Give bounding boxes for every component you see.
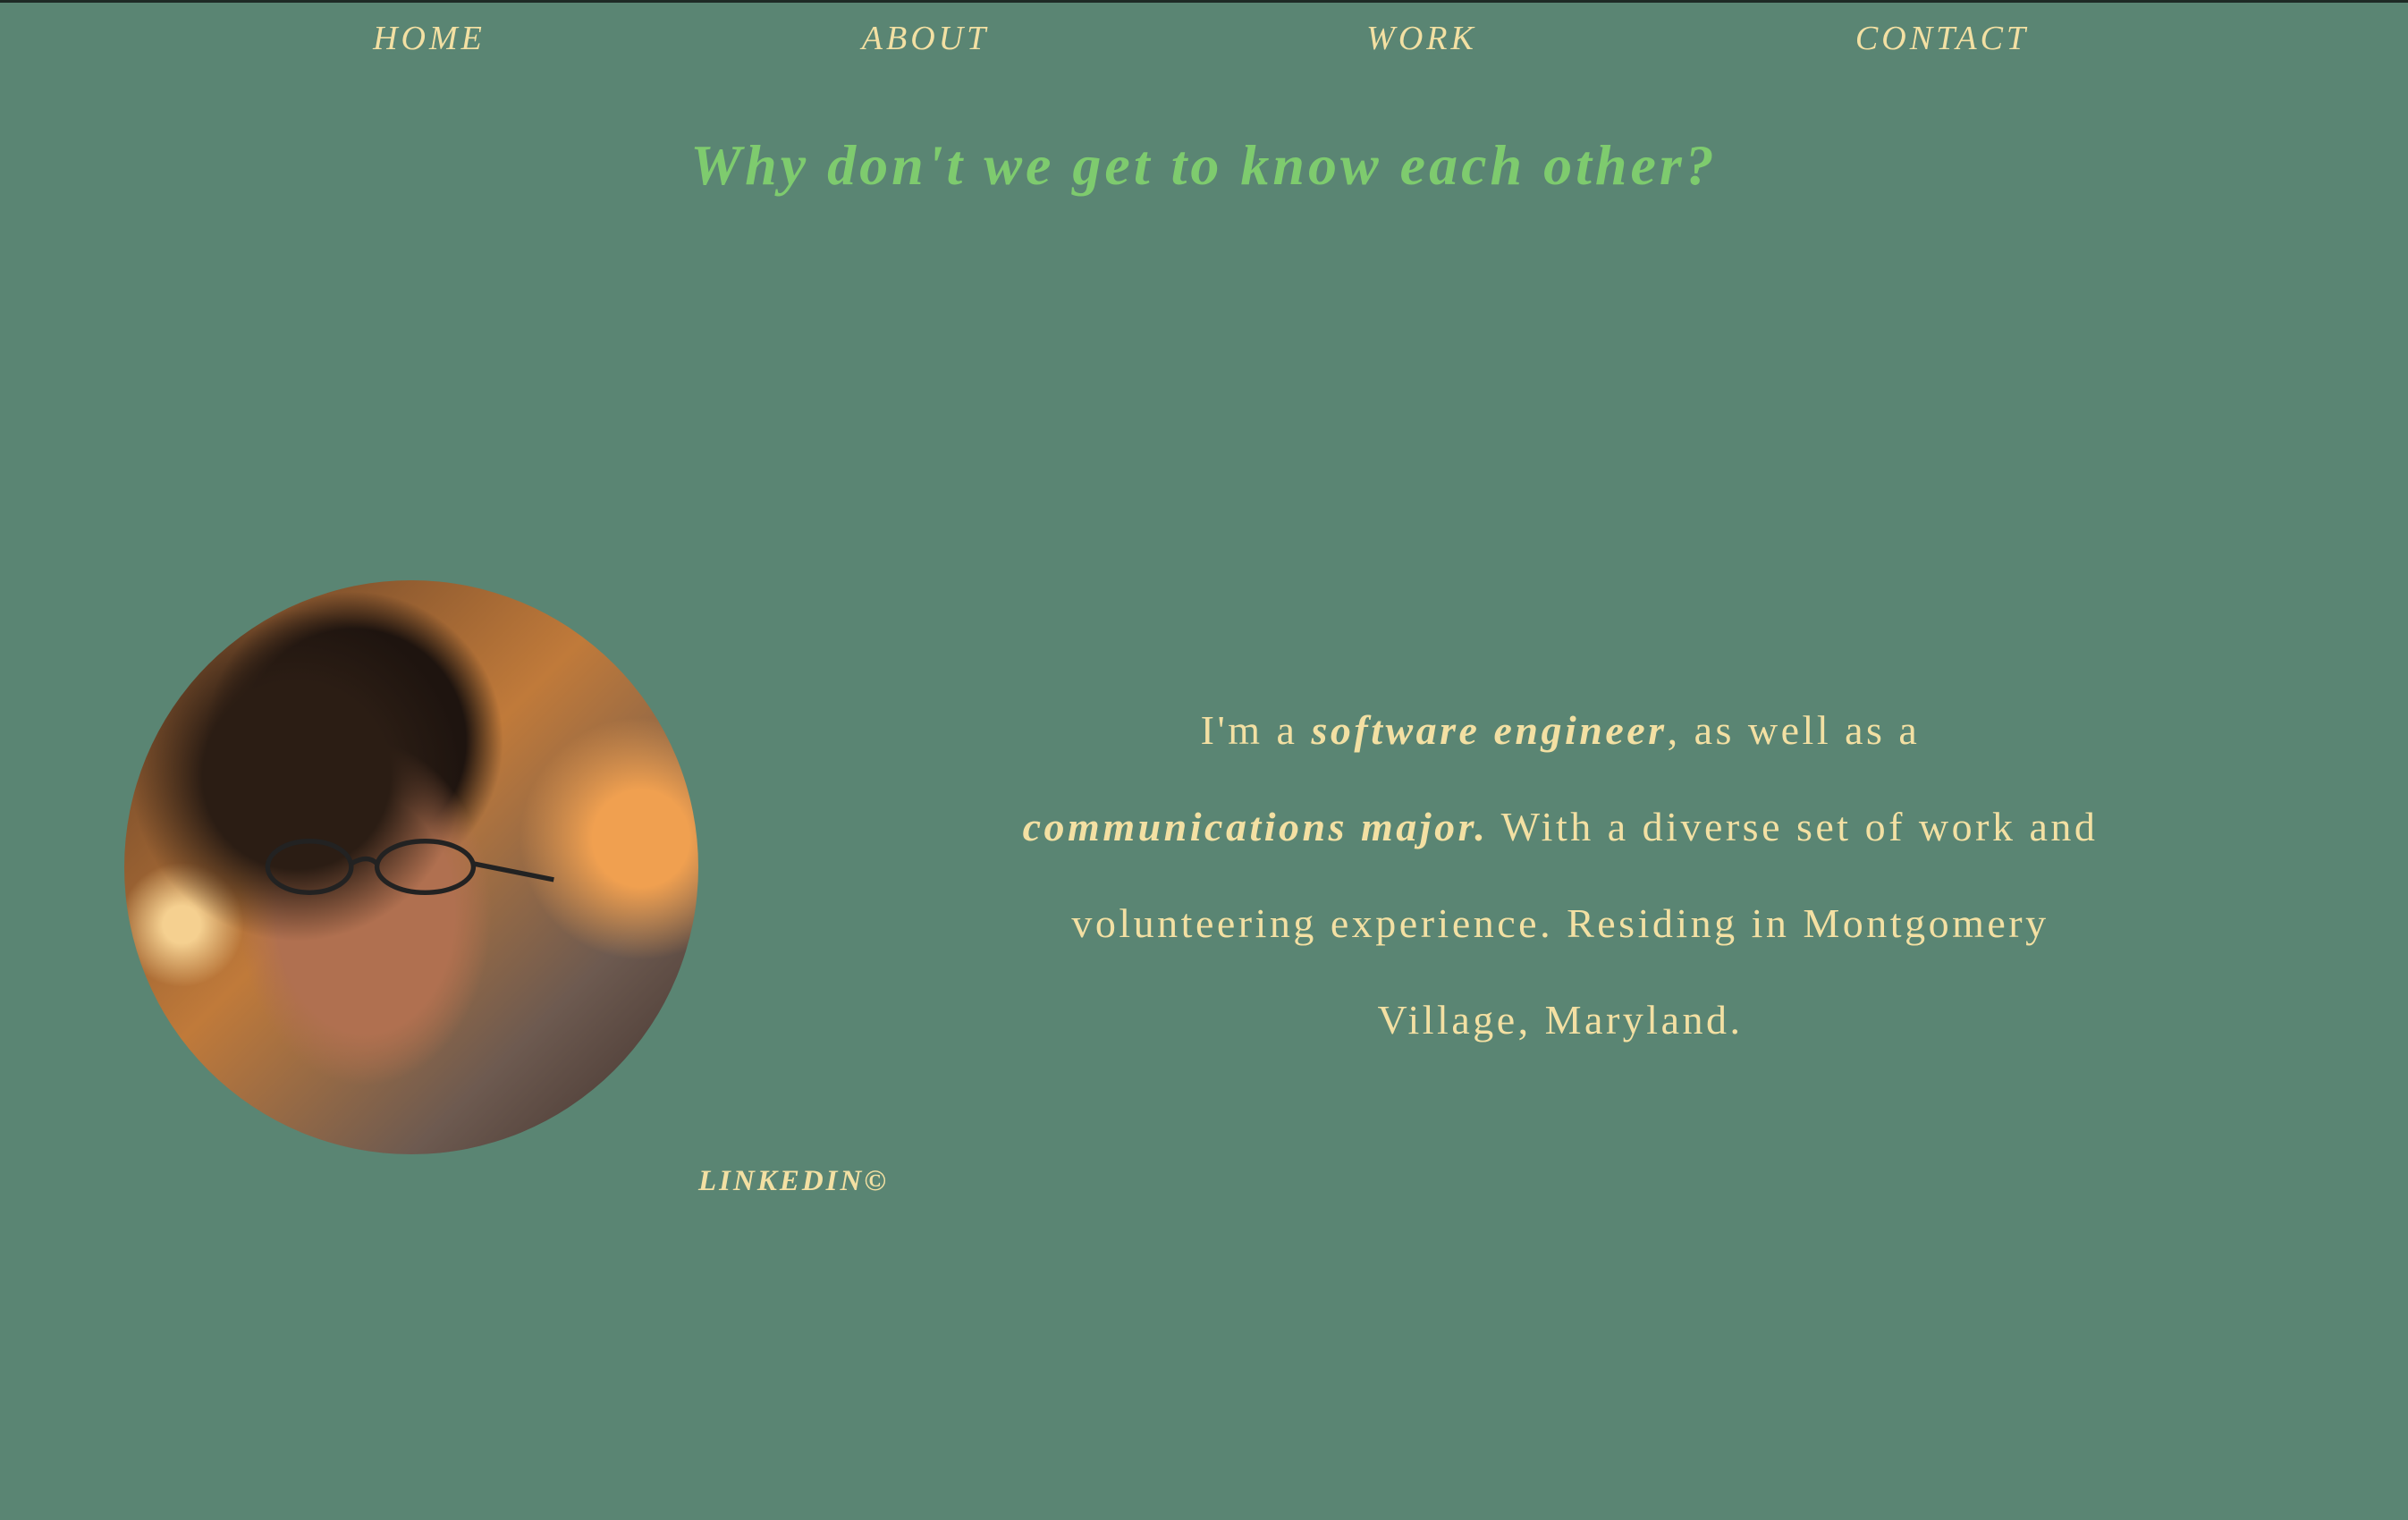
about-emphasis-major: communications major. <box>1022 804 1489 849</box>
nav-work[interactable]: WORK <box>1366 19 1477 58</box>
about-text: , as well as a <box>1667 707 1921 753</box>
about-text: I'm a <box>1200 707 1312 753</box>
nav-home[interactable]: HOME <box>373 19 486 58</box>
nav-contact[interactable]: CONTACT <box>1855 19 2029 58</box>
profile-photo <box>124 580 698 1154</box>
nav-about[interactable]: ABOUT <box>862 19 989 58</box>
about-emphasis-role: software engineer <box>1311 707 1668 753</box>
glasses-shape <box>266 839 555 896</box>
about-paragraph: I'm a software engineer, as well as a co… <box>1001 682 2119 1068</box>
linkedin-link[interactable]: LINKEDIN© <box>698 1165 889 1198</box>
page-title: Why don't we get to know each other? <box>690 133 1718 197</box>
